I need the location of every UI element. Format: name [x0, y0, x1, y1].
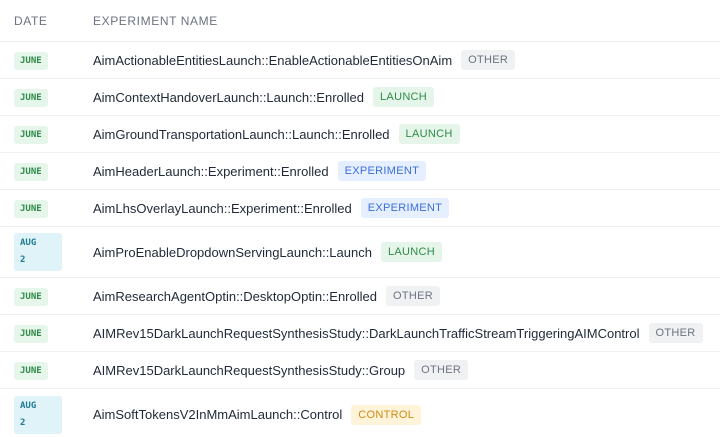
- experiment-name[interactable]: AimSoftTokensV2InMmAimLaunch::Control: [93, 407, 342, 422]
- experiment-name[interactable]: AimHeaderLaunch::Experiment::Enrolled: [93, 164, 329, 179]
- date-badge: AUG 2: [14, 395, 62, 434]
- date-badge: JUNE: [14, 52, 48, 70]
- date-badge: JUNE: [14, 126, 48, 144]
- date-day: 2: [20, 417, 26, 428]
- experiment-name[interactable]: AimContextHandoverLaunch::Launch::Enroll…: [93, 90, 364, 105]
- experiment-name[interactable]: AIMRev15DarkLaunchRequestSynthesisStudy:…: [93, 363, 405, 378]
- date-day: 2: [20, 255, 26, 265]
- table-row[interactable]: JUNE AimLhsOverlayLaunch::Experiment::Enr…: [0, 190, 720, 227]
- experiment-type-badge: OTHER: [385, 286, 440, 306]
- date-badge: JUNE: [14, 325, 48, 343]
- experiment-cell: AimSoftTokensV2InMmAimLaunch::Control CON…: [93, 404, 422, 425]
- date-cell: JUNE: [0, 286, 93, 306]
- date-cell: JUNE: [0, 87, 93, 107]
- table-row[interactable]: JUNE AimGroundTransportationLaunch::Launc…: [0, 116, 720, 153]
- experiment-type-badge: OTHER: [461, 50, 516, 70]
- date-month: JUNE: [20, 167, 42, 177]
- experiment-cell: AimContextHandoverLaunch::Launch::Enroll…: [93, 87, 435, 107]
- experiment-cell: AimResearchAgentOptin::DesktopOptin::Enr…: [93, 286, 440, 306]
- table-header: DATE EXPERIMENT NAME: [0, 0, 720, 42]
- table-body: JUNE AimActionableEntitiesLaunch::EnableA…: [0, 42, 720, 437]
- table-row[interactable]: JUNE AimResearchAgentOptin::DesktopOptin:…: [0, 278, 720, 315]
- date-month: JUNE: [20, 56, 42, 66]
- experiment-type-badge: LAUNCH: [373, 87, 435, 107]
- experiment-cell: AimGroundTransportationLaunch::Launch::E…: [93, 124, 460, 144]
- experiment-name[interactable]: AimResearchAgentOptin::DesktopOptin::Enr…: [93, 289, 377, 304]
- table-row[interactable]: JUNE AimHeaderLaunch::Experiment::Enrolle…: [0, 153, 720, 190]
- experiment-name-column-header[interactable]: EXPERIMENT NAME: [80, 14, 218, 28]
- experiment-type-badge: LAUNCH: [380, 242, 442, 262]
- date-month: JUNE: [20, 329, 42, 339]
- experiment-cell: AimActionableEntitiesLaunch::EnableActio…: [93, 50, 516, 70]
- experiment-name[interactable]: AimLhsOverlayLaunch::Experiment::Enrolle…: [93, 201, 352, 216]
- experiment-cell: AimProEnableDropdownServingLaunch::Launc…: [93, 242, 442, 262]
- experiment-name[interactable]: AimGroundTransportationLaunch::Launch::E…: [93, 127, 390, 142]
- date-cell: JUNE: [0, 360, 93, 380]
- experiment-cell: AIMRev15DarkLaunchRequestSynthesisStudy:…: [93, 360, 469, 380]
- experiment-type-badge: LAUNCH: [398, 124, 460, 144]
- experiment-name[interactable]: AimProEnableDropdownServingLaunch::Launc…: [93, 245, 372, 260]
- date-badge: AUG 2: [14, 233, 62, 271]
- date-month: JUNE: [20, 366, 42, 376]
- date-cell: AUG 2: [0, 395, 93, 434]
- experiment-type-badge: OTHER: [648, 323, 703, 343]
- experiments-table: DATE EXPERIMENT NAME JUNE AimActionableEn…: [0, 0, 720, 437]
- experiment-name[interactable]: AimActionableEntitiesLaunch::EnableActio…: [93, 53, 452, 68]
- date-month: AUG: [20, 238, 37, 248]
- date-month: JUNE: [20, 130, 42, 140]
- date-badge: JUNE: [14, 89, 48, 107]
- experiment-cell: AimHeaderLaunch::Experiment::Enrolled EXP…: [93, 161, 427, 181]
- date-cell: JUNE: [0, 124, 93, 144]
- date-cell: AUG 2: [0, 233, 93, 271]
- date-badge: JUNE: [14, 362, 48, 380]
- date-cell: JUNE: [0, 161, 93, 181]
- experiment-type-badge: EXPERIMENT: [337, 161, 427, 181]
- date-badge: JUNE: [14, 288, 48, 306]
- experiment-name[interactable]: AIMRev15DarkLaunchRequestSynthesisStudy:…: [93, 326, 640, 341]
- date-cell: JUNE: [0, 50, 93, 70]
- date-cell: JUNE: [0, 323, 93, 343]
- date-badge: JUNE: [14, 200, 48, 218]
- date-cell: JUNE: [0, 198, 93, 218]
- date-month: AUG: [20, 400, 37, 411]
- table-row[interactable]: JUNE AimActionableEntitiesLaunch::EnableA…: [0, 42, 720, 79]
- experiment-cell: AimLhsOverlayLaunch::Experiment::Enrolle…: [93, 198, 450, 218]
- table-row[interactable]: JUNE AIMRev15DarkLaunchRequestSynthesisSt…: [0, 315, 720, 352]
- table-row[interactable]: JUNE AimContextHandoverLaunch::Launch::En…: [0, 79, 720, 116]
- date-month: JUNE: [20, 292, 42, 302]
- experiment-type-badge: OTHER: [414, 360, 469, 380]
- date-column-header[interactable]: DATE: [0, 14, 80, 28]
- experiment-cell: AIMRev15DarkLaunchRequestSynthesisStudy:…: [93, 323, 703, 343]
- date-badge: JUNE: [14, 163, 48, 181]
- experiment-type-badge: CONTROL: [351, 404, 422, 425]
- table-row[interactable]: AUG2 AimSoftTokensV2InMmAimLaunch::Contro…: [0, 389, 720, 437]
- table-row[interactable]: JUNE AIMRev15DarkLaunchRequestSynthesisSt…: [0, 352, 720, 389]
- date-month: JUNE: [20, 93, 42, 103]
- date-month: JUNE: [20, 204, 42, 214]
- experiment-type-badge: EXPERIMENT: [360, 198, 450, 218]
- table-row[interactable]: AUG2 AimProEnableDropdownServingLaunch::L…: [0, 227, 720, 278]
